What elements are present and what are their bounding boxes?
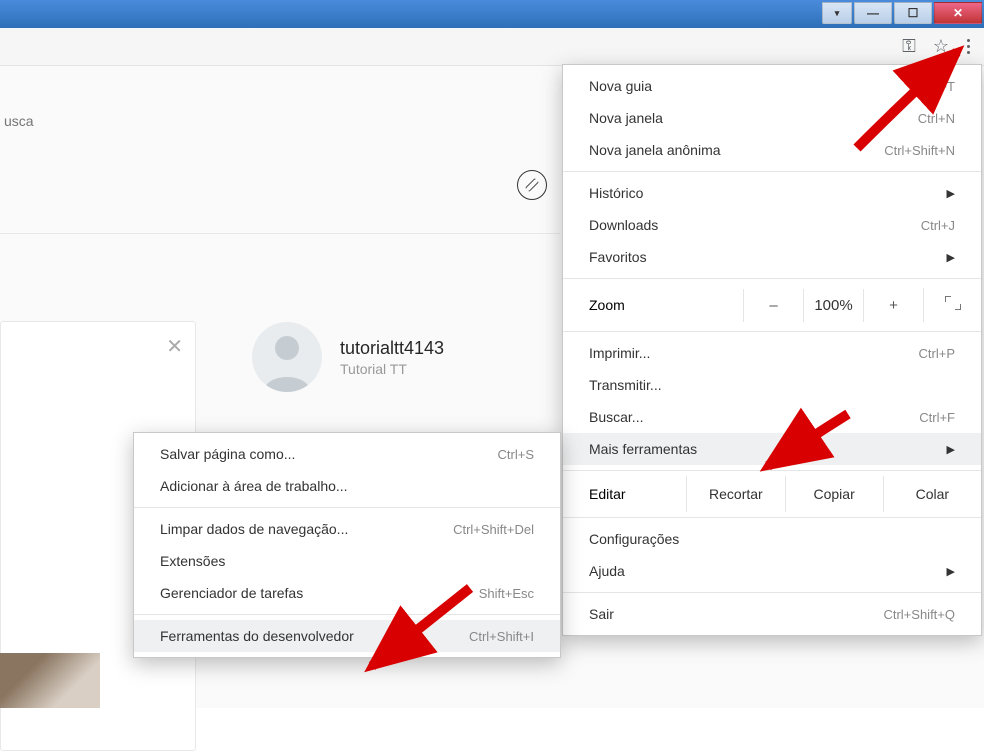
menu-item-label: Downloads: [589, 217, 658, 233]
menu-item-bookmarks[interactable]: Favoritos ▶: [563, 241, 981, 273]
menu-item-settings[interactable]: Configurações: [563, 523, 981, 555]
menu-item-label: Nova janela: [589, 110, 663, 126]
window-dropdown-button[interactable]: ▾: [822, 2, 852, 24]
copy-button[interactable]: Copiar: [785, 476, 883, 512]
menu-separator: [563, 171, 981, 172]
window-minimize-button[interactable]: —: [854, 2, 892, 24]
chevron-right-icon: ▶: [947, 187, 955, 200]
divider: [0, 233, 560, 234]
zoom-label: Zoom: [589, 297, 743, 313]
submenu-item-extensions[interactable]: Extensões: [134, 545, 560, 577]
zoom-in-button[interactable]: +: [863, 289, 923, 322]
shortcut-label: Ctrl+S: [498, 447, 534, 462]
menu-item-label: Favoritos: [589, 249, 647, 265]
submenu-item-dev-tools[interactable]: Ferramentas do desenvolvedor Ctrl+Shift+I: [134, 620, 560, 652]
menu-item-cast[interactable]: Transmitir...: [563, 369, 981, 401]
profile-username: tutorialtt4143: [340, 338, 444, 359]
chevron-right-icon: ▶: [947, 565, 955, 578]
chevron-right-icon: ▶: [947, 251, 955, 264]
edit-row: EditarRecortarCopiarColar: [563, 476, 981, 512]
menu-item-label: Histórico: [589, 185, 643, 201]
menu-item-history[interactable]: Histórico ▶: [563, 177, 981, 209]
menu-separator: [563, 517, 981, 518]
fullscreen-button[interactable]: [923, 288, 981, 322]
menu-item-label: Nova janela anônima: [589, 142, 721, 158]
menu-separator: [134, 507, 560, 508]
menu-item-label: Ajuda: [589, 563, 625, 579]
shortcut-label: Ctrl+F: [919, 410, 955, 425]
menu-item-print[interactable]: Imprimir... Ctrl+P: [563, 337, 981, 369]
menu-separator: [134, 614, 560, 615]
shortcut-label: Ctrl+P: [919, 346, 955, 361]
edit-label: Editar: [589, 476, 686, 512]
menu-item-downloads[interactable]: Downloads Ctrl+J: [563, 209, 981, 241]
chrome-menu-button[interactable]: [961, 33, 976, 60]
cut-button[interactable]: Recortar: [686, 476, 784, 512]
menu-item-label: Limpar dados de navegação...: [160, 521, 348, 537]
shortcut-label: Shift+Esc: [479, 586, 534, 601]
chevron-right-icon: ▶: [947, 443, 955, 456]
submenu-item-task-manager[interactable]: Gerenciador de tarefas Shift+Esc: [134, 577, 560, 609]
menu-item-new-tab[interactable]: Nova guia Ctrl+T: [563, 70, 981, 102]
shortcut-label: Ctrl+N: [918, 111, 955, 126]
menu-item-find[interactable]: Buscar... Ctrl+F: [563, 401, 981, 433]
avatar: [252, 322, 322, 392]
chrome-main-menu: Nova guiaCtrl+TNova janelaCtrl+NNova jan…: [562, 64, 982, 636]
menu-item-label: Ferramentas do desenvolvedor: [160, 628, 354, 644]
menu-item-label: Transmitir...: [589, 377, 662, 393]
menu-item-new-window[interactable]: Nova janela Ctrl+N: [563, 102, 981, 134]
shortcut-label: Ctrl+Shift+Q: [883, 607, 955, 622]
menu-item-label: Nova guia: [589, 78, 652, 94]
profile-block[interactable]: tutorialtt4143 Tutorial TT: [252, 322, 444, 392]
menu-item-exit[interactable]: Sair Ctrl+Shift+Q: [563, 598, 981, 630]
menu-item-label: Gerenciador de tarefas: [160, 585, 303, 601]
window-close-button[interactable]: ✕: [934, 2, 982, 24]
menu-item-label: Imprimir...: [589, 345, 650, 361]
zoom-value: 100%: [803, 289, 863, 322]
menu-item-more-tools[interactable]: Mais ferramentas ▶: [563, 433, 981, 465]
menu-item-label: Configurações: [589, 531, 679, 547]
menu-item-label: Salvar página como...: [160, 446, 295, 462]
shortcut-label: Ctrl+T: [919, 79, 955, 94]
compass-icon[interactable]: [517, 170, 547, 200]
submenu-item-add-desktop[interactable]: Adicionar à área de trabalho...: [134, 470, 560, 502]
zoom-out-button[interactable]: –: [743, 289, 803, 322]
menu-separator: [563, 278, 981, 279]
key-icon[interactable]: ⚿: [897, 36, 921, 57]
fullscreen-icon: [945, 296, 961, 310]
shortcut-label: Ctrl+J: [921, 218, 955, 233]
window-controls: ▾ — ☐ ✕: [822, 0, 984, 24]
shortcut-label: Ctrl+Shift+Del: [453, 522, 534, 537]
more-tools-submenu: Salvar página como... Ctrl+S Adicionar à á…: [133, 432, 561, 658]
profile-fullname: Tutorial TT: [340, 361, 444, 377]
menu-separator: [563, 331, 981, 332]
submenu-item-save-as[interactable]: Salvar página como... Ctrl+S: [134, 438, 560, 470]
submenu-item-clear-data[interactable]: Limpar dados de navegação... Ctrl+Shift+D…: [134, 513, 560, 545]
menu-item-label: Sair: [589, 606, 614, 622]
menu-item-label: Adicionar à área de trabalho...: [160, 478, 348, 494]
shortcut-label: Ctrl+Shift+N: [884, 143, 955, 158]
browser-toolbar: ⚿ ☆: [0, 28, 984, 66]
close-icon[interactable]: ✕: [166, 334, 183, 359]
star-icon[interactable]: ☆: [929, 36, 953, 57]
paste-button[interactable]: Colar: [883, 476, 981, 512]
window-maximize-button[interactable]: ☐: [894, 2, 932, 24]
shortcut-label: Ctrl+Shift+I: [469, 629, 534, 644]
search-input[interactable]: [0, 106, 280, 136]
menu-item-help[interactable]: Ajuda ▶: [563, 555, 981, 587]
photo-thumbnail: [0, 653, 100, 708]
menu-item-label: Buscar...: [589, 409, 643, 425]
menu-separator: [563, 470, 981, 471]
menu-separator: [563, 592, 981, 593]
menu-item-label: Mais ferramentas: [589, 441, 697, 457]
window-title-bar: ▾ — ☐ ✕: [0, 0, 984, 28]
menu-item-label: Extensões: [160, 553, 225, 569]
zoom-row: Zoom–100%+: [563, 284, 981, 326]
menu-item-incognito[interactable]: Nova janela anônima Ctrl+Shift+N: [563, 134, 981, 166]
